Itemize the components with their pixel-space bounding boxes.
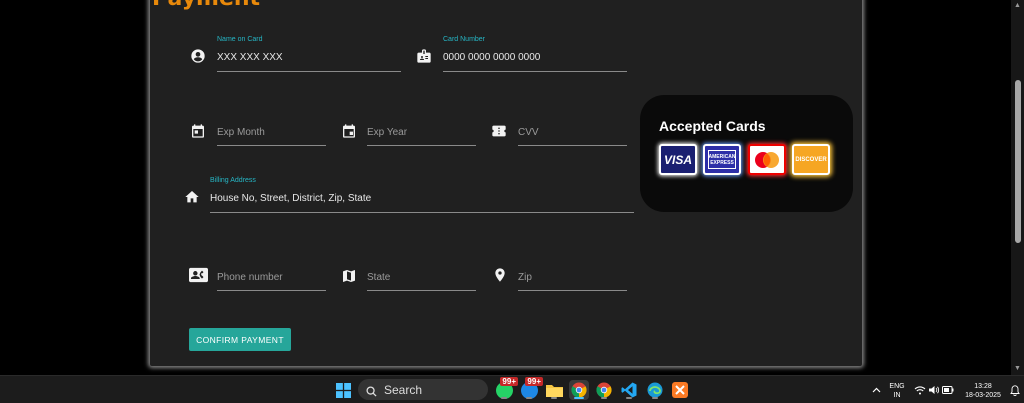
map-icon <box>341 268 357 284</box>
contact-phone-icon <box>189 267 208 283</box>
card-number-label: Card Number <box>443 36 486 43</box>
messenger-badge: 99+ <box>525 377 543 386</box>
language-indicator[interactable]: ENG IN <box>886 382 908 400</box>
clock[interactable]: 13:28 18-03-2025 <box>958 382 1008 400</box>
file-explorer-icon[interactable] <box>544 380 564 400</box>
calendar-icon <box>190 123 206 139</box>
account-circle-icon <box>190 48 206 64</box>
language-code: ENG <box>889 383 905 390</box>
badge-icon <box>416 48 432 64</box>
name-on-card-field[interactable]: Name on Card XXX XXX XXX <box>217 36 401 72</box>
exp-month-placeholder: Exp Month <box>217 127 265 138</box>
notification-bell-icon[interactable] <box>1005 380 1024 400</box>
state-field[interactable]: State <box>367 265 476 291</box>
home-icon <box>184 189 200 205</box>
card-number-value: 0000 0000 0000 0000 <box>443 52 541 63</box>
amex-card-logo: AMERICAN EXPRESS <box>703 144 741 175</box>
visa-card-logo: VISA <box>659 144 697 175</box>
scrollbar-thumb[interactable] <box>1015 80 1021 243</box>
clock-time: 13:28 <box>974 383 992 390</box>
exp-year-underline <box>367 145 476 146</box>
xampp-icon[interactable] <box>670 380 690 400</box>
page-title: Payment <box>152 0 260 11</box>
browser-viewport: Payment Name on Card XXX XXX XXX Card Nu… <box>0 0 1024 375</box>
edge-icon[interactable] <box>645 380 665 400</box>
battery-icon[interactable] <box>938 380 958 400</box>
name-on-card-label: Name on Card <box>217 36 263 43</box>
card-number-field[interactable]: Card Number 0000 0000 0000 0000 <box>443 36 627 72</box>
accepted-cards-panel: Accepted Cards VISA AMERICAN EXPRESS DIS… <box>640 95 853 212</box>
whatsapp-icon[interactable]: 99+ <box>494 377 518 400</box>
search-icon <box>366 384 377 397</box>
windows-start-icon[interactable] <box>333 380 353 400</box>
show-hidden-icons-chevron-up-icon[interactable] <box>866 380 886 400</box>
chrome-profile-icon[interactable] <box>594 380 614 400</box>
exp-month-field[interactable]: Exp Month <box>217 120 326 146</box>
discover-card-logo: DISCOVER <box>792 144 830 175</box>
cvv-field[interactable]: CVV <box>518 120 627 146</box>
state-placeholder: State <box>367 272 391 283</box>
search-label: Search <box>384 382 423 397</box>
clock-date: 18-03-2025 <box>965 392 1001 399</box>
accepted-cards-title: Accepted Cards <box>659 118 766 134</box>
zip-field[interactable]: Zip <box>518 265 627 291</box>
taskbar-search[interactable]: Search <box>358 379 488 400</box>
card-number-underline <box>443 71 627 72</box>
exp-year-placeholder: Exp Year <box>367 127 408 138</box>
messenger-icon[interactable]: 99+ <box>519 377 543 400</box>
scroll-up-icon[interactable]: ▲ <box>1013 2 1022 10</box>
windows-taskbar: Search 99+ 99+ ENG IN 13:28 18-03-2025 <box>0 375 1024 403</box>
name-on-card-value: XXX XXX XXX <box>217 52 283 63</box>
billing-address-underline <box>210 212 634 213</box>
cvv-placeholder: CVV <box>518 127 539 138</box>
vscode-icon[interactable] <box>619 380 639 400</box>
whatsapp-badge: 99+ <box>500 377 518 386</box>
cvv-underline <box>518 145 627 146</box>
billing-address-label: Billing Address <box>210 177 256 184</box>
mastercard-card-logo <box>748 144 786 175</box>
ticket-icon <box>491 123 507 139</box>
exp-month-underline <box>217 145 326 146</box>
exp-year-field[interactable]: Exp Year <box>367 120 476 146</box>
chrome-icon[interactable] <box>569 380 589 400</box>
location-pin-icon <box>492 267 508 283</box>
event-icon <box>341 123 357 139</box>
name-on-card-underline <box>217 71 401 72</box>
phone-underline <box>217 290 326 291</box>
scroll-down-icon[interactable]: ▼ <box>1013 365 1022 373</box>
billing-address-value: House No, Street, District, Zip, State <box>210 193 372 204</box>
zip-placeholder: Zip <box>518 272 532 283</box>
region-code: IN <box>893 392 901 399</box>
state-underline <box>367 290 476 291</box>
phone-placeholder: Phone number <box>217 272 283 283</box>
billing-address-field[interactable]: Billing Address House No, Street, Distri… <box>210 177 634 213</box>
zip-underline <box>518 290 627 291</box>
phone-field[interactable]: Phone number <box>217 265 326 291</box>
confirm-payment-button[interactable]: CONFIRM PAYMENT <box>189 328 291 351</box>
